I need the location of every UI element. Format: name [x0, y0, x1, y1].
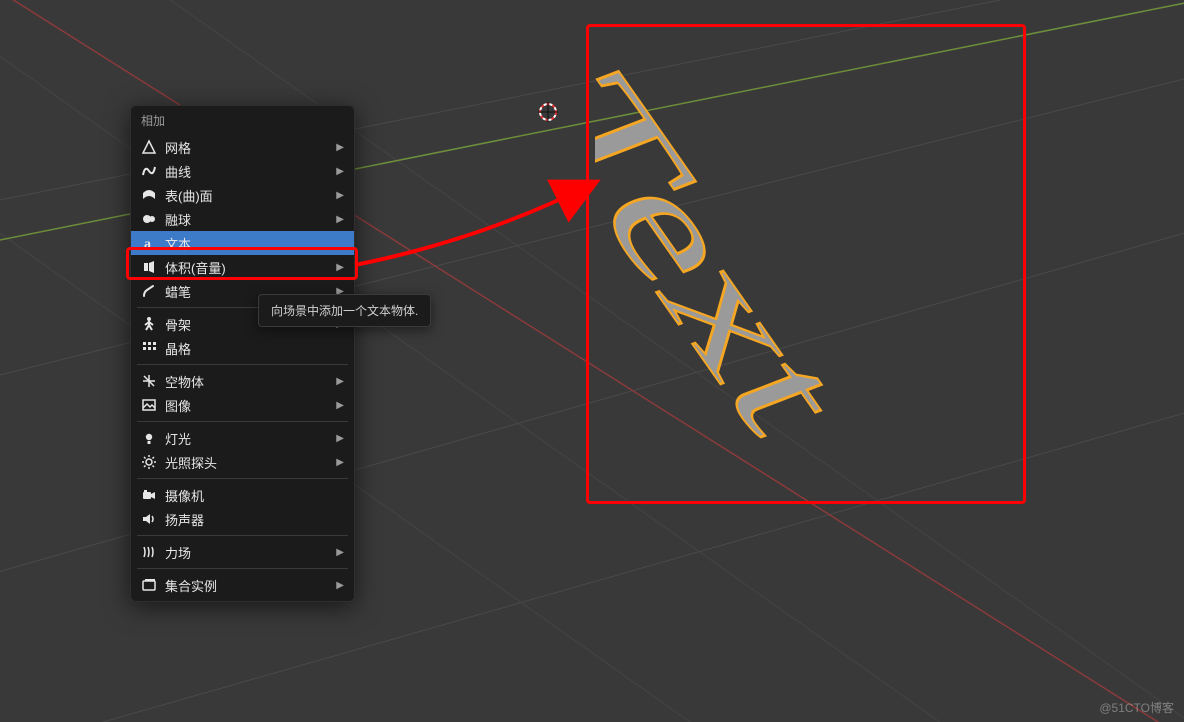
- armature-icon: [141, 316, 157, 332]
- forcefield-icon: [141, 544, 157, 560]
- lattice-icon: [141, 340, 157, 356]
- menu-item-speaker[interactable]: 扬声器: [131, 507, 354, 531]
- menu-item-lightprobe[interactable]: 光照探头▶: [131, 450, 354, 474]
- chevron-right-icon: ▶: [334, 166, 344, 177]
- speaker-icon: [141, 511, 157, 527]
- menu-item-label: 空物体: [165, 372, 334, 391]
- menu-item-label: 力场: [165, 543, 334, 562]
- menu-item-label: 网格: [165, 138, 334, 157]
- menu-item-label: 曲线: [165, 162, 334, 181]
- light-icon: [141, 430, 157, 446]
- menu-item-collection[interactable]: 集合实例▶: [131, 573, 354, 597]
- chevron-right-icon: ▶: [334, 214, 344, 225]
- mesh-icon: [141, 139, 157, 155]
- menu-item-label: 扬声器: [165, 510, 334, 529]
- lightprobe-icon: [141, 454, 157, 470]
- menu-item-label: 表(曲)面: [165, 186, 334, 205]
- curve-icon: [141, 163, 157, 179]
- metaball-icon: [141, 211, 157, 227]
- menu-item-text[interactable]: a 文本: [131, 231, 354, 255]
- menu-item-volume[interactable]: 体积(音量)▶: [131, 255, 354, 279]
- tooltip: 向场景中添加一个文本物体.: [258, 294, 431, 327]
- surface-icon: [141, 187, 157, 203]
- menu-item-image[interactable]: 图像▶: [131, 393, 354, 417]
- menu-item-mesh[interactable]: 网格▶: [131, 135, 354, 159]
- chevron-right-icon: ▶: [334, 262, 344, 273]
- menu-separator: [137, 568, 348, 569]
- empty-icon: [141, 373, 157, 389]
- chevron-right-icon: ▶: [334, 580, 344, 591]
- chevron-right-icon: ▶: [334, 190, 344, 201]
- menu-item-forcefield[interactable]: 力场▶: [131, 540, 354, 564]
- menu-item-label: 光照探头: [165, 453, 334, 472]
- chevron-right-icon: ▶: [334, 457, 344, 468]
- menu-separator: [137, 535, 348, 536]
- volume-icon: [141, 259, 157, 275]
- menu-item-label: 晶格: [165, 339, 334, 358]
- menu-item-label: 集合实例: [165, 576, 334, 595]
- camera-icon: [141, 487, 157, 503]
- menu-item-label: 灯光: [165, 429, 334, 448]
- collection-icon: [141, 577, 157, 593]
- svg-text:a: a: [144, 237, 151, 251]
- add-menu[interactable]: 相加 网格▶曲线▶表(曲)面▶融球▶a文本体积(音量)▶蜡笔▶骨架▶晶格空物体▶…: [130, 105, 355, 602]
- image-icon: [141, 397, 157, 413]
- menu-item-label: 体积(音量): [165, 258, 334, 277]
- menu-separator: [137, 421, 348, 422]
- chevron-right-icon: ▶: [334, 547, 344, 558]
- menu-item-metaball[interactable]: 融球▶: [131, 207, 354, 231]
- chevron-right-icon: ▶: [334, 376, 344, 387]
- cursor-3d-icon: [536, 100, 560, 124]
- watermark: @51CTO博客: [1099, 699, 1174, 716]
- menu-item-light[interactable]: 灯光▶: [131, 426, 354, 450]
- menu-item-camera[interactable]: 摄像机: [131, 483, 354, 507]
- menu-item-curve[interactable]: 曲线▶: [131, 159, 354, 183]
- chevron-right-icon: ▶: [334, 142, 344, 153]
- menu-item-label: 摄像机: [165, 486, 334, 505]
- tooltip-text: 向场景中添加一个文本物体.: [271, 304, 418, 318]
- text-icon: a: [141, 235, 157, 251]
- gpencil-icon: [141, 283, 157, 299]
- menu-item-label: 文本: [165, 234, 334, 253]
- add-menu-title: 相加: [131, 106, 354, 135]
- menu-item-surface[interactable]: 表(曲)面▶: [131, 183, 354, 207]
- menu-item-label: 图像: [165, 396, 334, 415]
- chevron-right-icon: ▶: [334, 400, 344, 411]
- menu-item-empty[interactable]: 空物体▶: [131, 369, 354, 393]
- menu-item-label: 融球: [165, 210, 334, 229]
- chevron-right-icon: ▶: [334, 433, 344, 444]
- menu-separator: [137, 478, 348, 479]
- menu-item-lattice[interactable]: 晶格: [131, 336, 354, 360]
- menu-separator: [137, 364, 348, 365]
